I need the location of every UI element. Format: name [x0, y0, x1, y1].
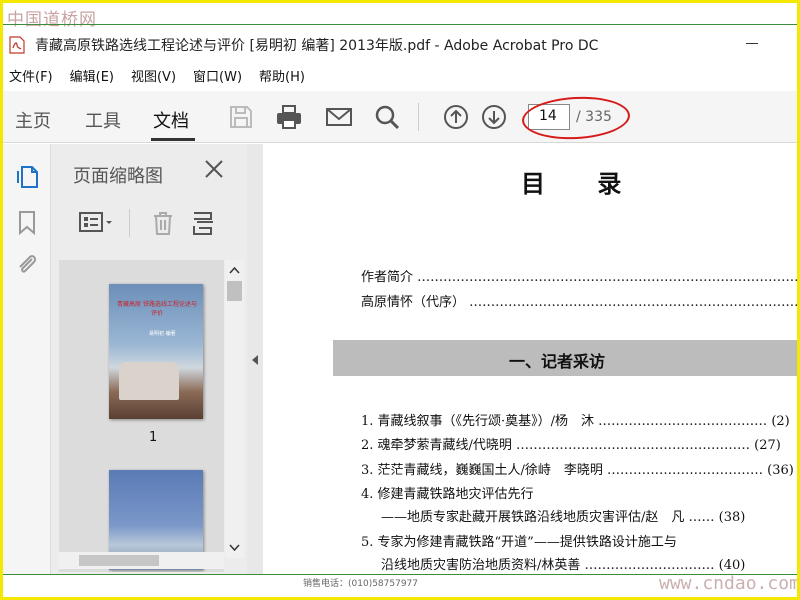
- minimize-button[interactable]: [746, 43, 758, 44]
- options-menu-icon[interactable]: [79, 211, 115, 235]
- toc-entry: ——地质专家赴藏开展铁路沿线地质灾害评估/赵 凡 …… (38): [381, 510, 746, 525]
- search-icon[interactable]: [373, 103, 401, 131]
- tab-document[interactable]: 文档: [153, 107, 189, 133]
- close-icon[interactable]: [203, 158, 225, 180]
- toc-entry: 4. 修建青藏铁路地灾评估先行: [361, 487, 534, 502]
- thumbnail-scrollbar[interactable]: [225, 260, 244, 558]
- next-page-icon[interactable]: [480, 103, 508, 131]
- page-thumbnail-1[interactable]: 青藏高原 铁路选线工程论述与评价 易明初 编著: [109, 284, 203, 419]
- tools-separator: [129, 209, 130, 237]
- toc-entry: 高原情怀（代序） ………………………………………………………………………… (5…: [361, 295, 797, 310]
- bookmark-icon[interactable]: [13, 208, 41, 236]
- attachment-icon[interactable]: [13, 250, 41, 278]
- toc-heading: 目 录: [521, 169, 644, 198]
- pdf-file-icon: [9, 36, 25, 54]
- train-image: [119, 362, 179, 400]
- thumbnail-list: 青藏高原 铁路选线工程论述与评价 易明初 编著 1: [59, 260, 224, 572]
- scroll-up-icon[interactable]: [229, 266, 240, 274]
- save-icon[interactable]: [227, 103, 255, 131]
- toolbar: 主页 工具 文档 14 / 335: [3, 91, 797, 143]
- print-icon[interactable]: [275, 103, 303, 131]
- watermark-top: 中国道桥网: [7, 10, 97, 30]
- footer-phone: 销售电话：(010)58757977: [303, 579, 419, 589]
- section-title: 一、记者采访: [509, 352, 606, 371]
- delete-icon[interactable]: [151, 210, 175, 236]
- toc-entry: 作者简介 ……………………………………………………………………………… (1): [361, 270, 797, 285]
- tab-home[interactable]: 主页: [15, 107, 51, 133]
- tab-tools[interactable]: 工具: [85, 107, 121, 133]
- menu-file[interactable]: 文件(F): [9, 66, 53, 85]
- thumbnail-panel: 页面缩略图 青藏高原 铁路选线工程论述与评价 易明初 编著 1: [51, 144, 247, 574]
- watermark-bottom: www.cndao.com: [659, 573, 797, 594]
- annotation-oval: [520, 94, 632, 142]
- toolbar-separator: [418, 103, 419, 131]
- toc-entry: 2. 魂牵梦萦青藏线/代晓明 ……………………………………………… (27): [361, 438, 781, 453]
- menu-edit[interactable]: 编辑(E): [70, 66, 114, 85]
- prev-page-icon[interactable]: [442, 103, 470, 131]
- extract-pages-icon[interactable]: [191, 210, 217, 236]
- toc-entry: 沿线地质灾害防治地质资料/林英善 ………………………… (40): [381, 558, 746, 573]
- panel-toolbar: [69, 206, 239, 240]
- toc-entry: 5. 专家为修建青藏铁路“开道”——提供铁路设计施工与: [361, 535, 677, 550]
- watermark-divider: [3, 24, 797, 25]
- collapse-panel-icon[interactable]: [251, 354, 259, 366]
- menu-bar: 文件(F) 编辑(E) 视图(V) 窗口(W) 帮助(H): [3, 63, 316, 87]
- page-thumbnails-icon[interactable]: [13, 162, 41, 190]
- menu-view[interactable]: 视图(V): [131, 66, 176, 85]
- toc-entry: 3. 茫茫青藏线，巍巍国土人/徐峙 李晓明 ……………………………… (36): [361, 463, 794, 478]
- thumbnail-cover-title: 青藏高原 铁路选线工程论述与评价: [117, 301, 197, 317]
- panel-splitter[interactable]: [247, 144, 263, 574]
- menu-window[interactable]: 窗口(W): [193, 66, 242, 85]
- scrollbar-thumb[interactable]: [227, 281, 242, 301]
- document-view: 目 录 作者简介 ……………………………………………………………………………… …: [265, 144, 797, 574]
- thumbnail-cover-author: 易明初 编著: [149, 331, 176, 337]
- panel-title: 页面缩略图: [73, 166, 163, 187]
- thumbnail-label-1: 1: [149, 430, 158, 445]
- scroll-down-icon[interactable]: [229, 544, 240, 552]
- toc-entry: 1. 青藏线叙事（《先行颂·奠基》）/杨 沐 ………………………………… (2): [361, 414, 790, 429]
- window-title: 青藏高原铁路选线工程论述与评价 [易明初 编著] 2013年版.pdf - Ad…: [35, 38, 599, 54]
- thumbnail-hscrollbar[interactable]: [59, 552, 224, 569]
- navigation-rail: [3, 144, 51, 574]
- menu-help[interactable]: 帮助(H): [259, 66, 305, 85]
- active-tab-indicator: [151, 138, 195, 141]
- title-bar: 青藏高原铁路选线工程论述与评价 [易明初 编著] 2013年版.pdf - Ad…: [3, 29, 797, 61]
- email-icon[interactable]: [325, 103, 353, 131]
- app-frame: 中国道桥网 青藏高原铁路选线工程论述与评价 [易明初 编著] 2013年版.pd…: [3, 3, 797, 597]
- hscrollbar-thumb[interactable]: [79, 555, 159, 566]
